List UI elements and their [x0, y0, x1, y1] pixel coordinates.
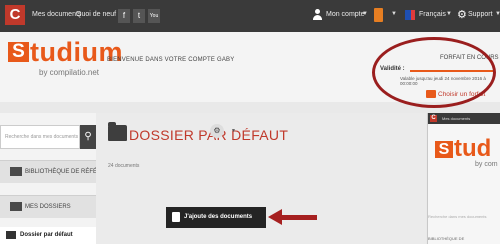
folder-icon	[6, 231, 16, 239]
welcome-message: BIENVENUE DANS VOTRE COMPTE GABY	[107, 57, 235, 63]
sidebar-folder-label: Dossier par défaut	[20, 232, 73, 238]
sidebar-item-bibliotheque[interactable]: BIBLIOTHÈQUE DE RÉFÉRENCES	[0, 160, 122, 183]
document-count: 24 documents	[108, 163, 140, 169]
sidebar-item-label: MES DOSSIERS	[25, 204, 71, 210]
logo-subtitle: by compilatio.net	[39, 68, 100, 77]
add-documents-label: J'ajoute des documents	[184, 214, 253, 220]
studium-logo[interactable]: S tudium by compilatio.net	[6, 37, 122, 86]
facebook-icon[interactable]: f	[118, 9, 130, 23]
annotation-arrow-head	[268, 209, 282, 225]
add-documents-button[interactable]: J'ajoute des documents	[166, 207, 266, 228]
french-flag-icon	[405, 10, 415, 20]
logo-word: tudium	[30, 37, 123, 67]
user-icon	[312, 9, 322, 21]
chevron-down-icon[interactable]: ▼	[231, 128, 236, 134]
inset-logo-letter: S	[435, 141, 453, 158]
annotation-ellipse	[372, 37, 496, 108]
support-menu[interactable]: Support	[468, 11, 493, 18]
nav-link-quoi-de-neuf[interactable]: Quoi de neuf ?	[76, 11, 122, 18]
gear-icon[interactable]: ⚙	[210, 124, 224, 138]
folder-icon	[10, 202, 22, 211]
compilatio-logo[interactable]: C	[5, 5, 25, 25]
chevron-down-icon: ▼	[495, 11, 500, 17]
chevron-down-icon: ▼	[446, 11, 452, 17]
search-input[interactable]: Recherche dans mes documents	[0, 125, 80, 149]
inset-logo-word: tud	[454, 135, 492, 162]
gear-icon: ⚙	[457, 9, 467, 21]
inset-search-placeholder: Recherche dans mes documents	[428, 214, 487, 219]
twitter-icon[interactable]: t	[133, 9, 145, 23]
mon-compte-menu[interactable]: Mon compte	[326, 11, 365, 18]
inset-logo-subtitle: by com	[475, 161, 498, 168]
inset-brand-logo: C	[430, 115, 437, 122]
inset-screenshot	[427, 113, 500, 244]
inset-nav-link: Mes documents	[442, 116, 471, 121]
chevron-down-icon: ▼	[362, 11, 368, 17]
search-icon[interactable]: ⚲	[80, 125, 96, 149]
page-title: DOSSIER PAR DÉFAUT	[129, 127, 289, 143]
folder-icon	[108, 122, 127, 141]
annotation-arrow-shaft	[281, 215, 317, 220]
logo-letter: S	[8, 42, 29, 62]
sidebar-item-mes-dossiers[interactable]: MES DOSSIERS	[0, 195, 96, 218]
add-document-icon	[172, 212, 180, 222]
notification-icon[interactable]	[374, 8, 383, 22]
chevron-down-icon: ▼	[391, 11, 397, 17]
library-icon	[10, 167, 22, 176]
inset-sidebar-item: BIBLIOTHÈQUE DE	[428, 236, 465, 241]
language-menu[interactable]: Français	[419, 11, 446, 18]
youtube-icon[interactable]: You	[148, 9, 160, 23]
nav-link-mes-documents[interactable]: Mes documents	[32, 11, 81, 18]
sidebar-folder-dossier-par-defaut[interactable]: Dossier par défaut	[0, 227, 96, 244]
